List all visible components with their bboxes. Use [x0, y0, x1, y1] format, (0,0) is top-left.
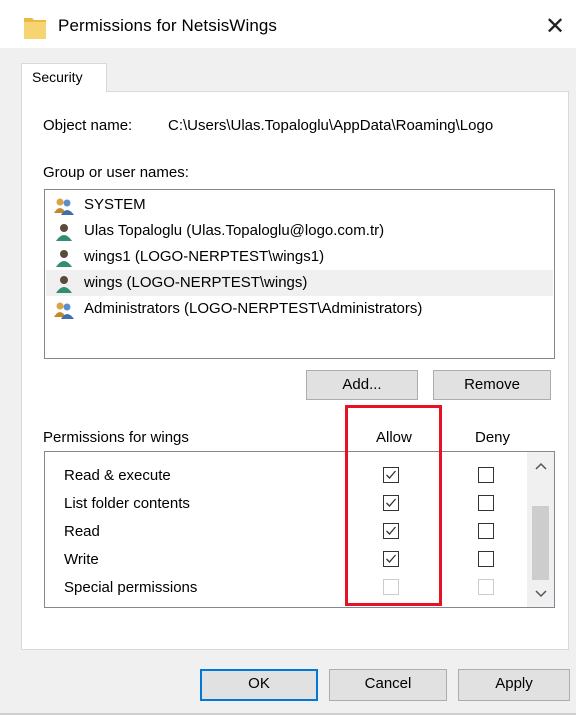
- allow-checkbox[interactable]: [383, 551, 399, 567]
- apply-button[interactable]: Apply: [458, 669, 570, 701]
- object-name-label: Object name:: [43, 117, 133, 134]
- permissions-scrollbar[interactable]: [527, 452, 554, 607]
- user-icon: [56, 224, 72, 241]
- deny-column-header: Deny: [475, 429, 511, 446]
- perm-row-list-folder-contents: List folder contents: [45, 489, 529, 517]
- deny-checkbox[interactable]: [478, 495, 494, 511]
- window-title: Permissions for NetsisWings: [58, 16, 278, 35]
- user-list-item-wings1[interactable]: wings1 (LOGO-NERPTEST\wings1): [46, 244, 553, 270]
- user-list-item-ulas[interactable]: Ulas Topaloglu (Ulas.Topaloglu@logo.com.…: [46, 218, 553, 244]
- deny-checkbox[interactable]: [478, 467, 494, 483]
- user-list-item-label: wings1 (LOGO-NERPTEST\wings1): [84, 248, 325, 265]
- user-list-item-label: SYSTEM: [84, 196, 146, 213]
- perm-row-partial: [45, 452, 529, 458]
- perm-row-read-execute: Read & execute: [45, 461, 529, 489]
- folder-icon: [24, 18, 46, 39]
- perm-row-read: Read: [45, 517, 529, 545]
- allow-checkbox: [383, 579, 399, 595]
- user-list-item-wings[interactable]: wings (LOGO-NERPTEST\wings): [46, 270, 553, 296]
- user-list-item-label: Ulas Topaloglu (Ulas.Topaloglu@logo.com.…: [84, 222, 385, 239]
- perm-name: Write: [64, 551, 99, 568]
- scroll-up-arrow-icon[interactable]: [527, 456, 554, 476]
- perm-name: List folder contents: [64, 495, 190, 512]
- deny-checkbox[interactable]: [478, 523, 494, 539]
- user-icon: [56, 250, 72, 267]
- user-list-item-label: Administrators (LOGO-NERPTEST\Administra…: [84, 300, 423, 317]
- user-list[interactable]: SYSTEM Ulas Topaloglu (Ulas.Topaloglu@lo…: [44, 189, 555, 359]
- perm-row-special-permissions: Special permissions: [45, 573, 529, 601]
- tab-security-label: Security: [32, 69, 83, 85]
- allow-checkbox[interactable]: [383, 467, 399, 483]
- group-users-icon: [54, 302, 74, 319]
- group-user-names-label: Group or user names:: [43, 164, 189, 181]
- ok-button[interactable]: OK: [200, 669, 318, 701]
- user-list-item-administrators[interactable]: Administrators (LOGO-NERPTEST\Administra…: [46, 296, 553, 322]
- deny-checkbox[interactable]: [478, 551, 494, 567]
- deny-checkbox: [478, 579, 494, 595]
- close-icon[interactable]: ✕: [540, 11, 570, 41]
- permissions-list: Read & execute List folder contents Read…: [44, 451, 555, 608]
- remove-button[interactable]: Remove: [433, 370, 551, 400]
- perm-name: Read & execute: [64, 467, 171, 484]
- scroll-down-arrow-icon[interactable]: [527, 584, 554, 604]
- add-button[interactable]: Add...: [306, 370, 418, 400]
- cancel-button[interactable]: Cancel: [329, 669, 447, 701]
- group-users-icon: [54, 198, 74, 215]
- perm-name: Read: [64, 523, 100, 540]
- perm-name: Special permissions: [64, 579, 198, 596]
- scrollbar-thumb[interactable]: [532, 506, 549, 580]
- user-list-item-system[interactable]: SYSTEM: [46, 192, 553, 218]
- permissions-label: Permissions for wings: [43, 429, 189, 446]
- perm-row-write: Write: [45, 545, 529, 573]
- allow-column-header: Allow: [376, 429, 412, 446]
- allow-checkbox[interactable]: [383, 495, 399, 511]
- object-name-value: C:\Users\Ulas.Topaloglu\AppData\Roaming\…: [168, 117, 494, 134]
- allow-checkbox[interactable]: [383, 523, 399, 539]
- user-icon: [56, 276, 72, 293]
- user-list-item-label: wings (LOGO-NERPTEST\wings): [84, 274, 308, 291]
